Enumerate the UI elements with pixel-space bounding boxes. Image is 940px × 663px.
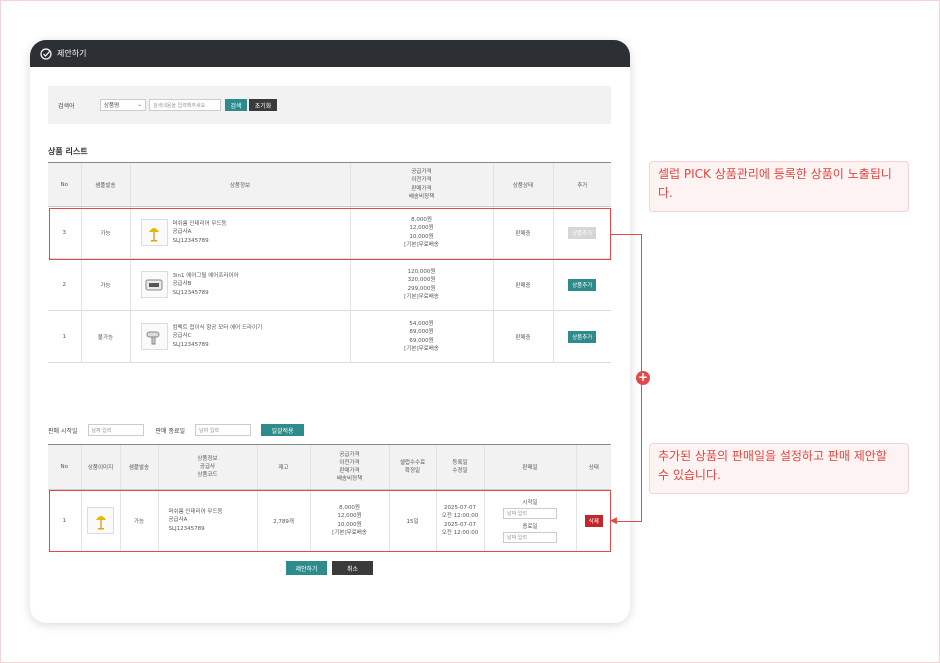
connector-line xyxy=(616,521,642,522)
table-row: 1 불가능 컴팩트 접이식 항공 모터 에어 드라이기 공급사C SLJ123457… xyxy=(48,310,611,363)
col-price: 공급가격 이전가격 판매가격 배송비정책 xyxy=(349,162,493,207)
end-date-label: 판매 종료일 xyxy=(155,427,186,435)
check-circle-icon xyxy=(40,47,52,60)
add-product-button[interactable]: 상품추가 xyxy=(568,278,597,291)
propose-button[interactable]: 제안하기 xyxy=(286,561,327,575)
arrow-left-icon: ◀ xyxy=(610,516,617,526)
search-input[interactable]: 검색내용을 입력해주세요. xyxy=(149,99,221,111)
reset-button[interactable]: 초기화 xyxy=(249,99,277,111)
col-add: 추가 xyxy=(552,162,611,207)
col-info: 상품정보 xyxy=(129,162,350,207)
add-product-button[interactable]: 상품추가 xyxy=(568,330,597,343)
cancel-button[interactable]: 취소 xyxy=(332,561,373,575)
col-no: No xyxy=(48,162,81,207)
highlight-product-row xyxy=(49,208,611,260)
search-type-select[interactable]: 상품명 ⌄ xyxy=(100,99,146,111)
chevron-down-icon: ⌄ xyxy=(137,102,142,108)
end-date-input[interactable]: 날짜 입력 xyxy=(195,424,252,436)
date-filter-bar: 판매 시작일 날짜 입력 판매 종료일 날짜 입력 일괄적용 xyxy=(48,424,305,436)
col-sample: 샘플발송 xyxy=(80,162,130,207)
connector-line xyxy=(611,234,642,235)
apply-all-button[interactable]: 일괄적용 xyxy=(261,424,305,436)
product-list-title: 상품 리스트 xyxy=(48,147,88,156)
product-list-table: No 샘플발송 상품정보 공급가격 이전가격 판매가격 배송비정책 상품상태 추… xyxy=(48,162,611,363)
search-label: 검색어 xyxy=(58,102,75,110)
col-status: 상품상태 xyxy=(492,162,553,207)
window-titlebar: 제안하기 xyxy=(30,40,630,67)
air-fryer-image xyxy=(140,271,168,298)
window-title: 제안하기 xyxy=(57,49,87,58)
table-row: 2 가능 3in1 에어그릴 에어프라이어 공급사B SLJ12345789 120… xyxy=(48,258,611,311)
note-bottom: 추가된 상품의 판매일을 설정하고 판매 제안할 수 있습니다. xyxy=(649,443,909,494)
note-top: 셀럽 PICK 상품관리에 등록한 상품이 노출됩니다. xyxy=(649,161,909,212)
start-date-input[interactable]: 날짜 입력 xyxy=(87,424,144,436)
highlight-selected-row xyxy=(49,490,611,552)
plus-icon: + xyxy=(636,370,650,385)
search-button[interactable]: 검색 xyxy=(225,99,247,111)
start-date-label: 판매 시작일 xyxy=(48,427,78,435)
search-type-value: 상품명 xyxy=(104,103,120,109)
search-bar: 검색어 상품명 ⌄ 검색내용을 입력해주세요. 검색 초기화 xyxy=(48,86,611,124)
hair-dryer-image xyxy=(140,323,168,350)
